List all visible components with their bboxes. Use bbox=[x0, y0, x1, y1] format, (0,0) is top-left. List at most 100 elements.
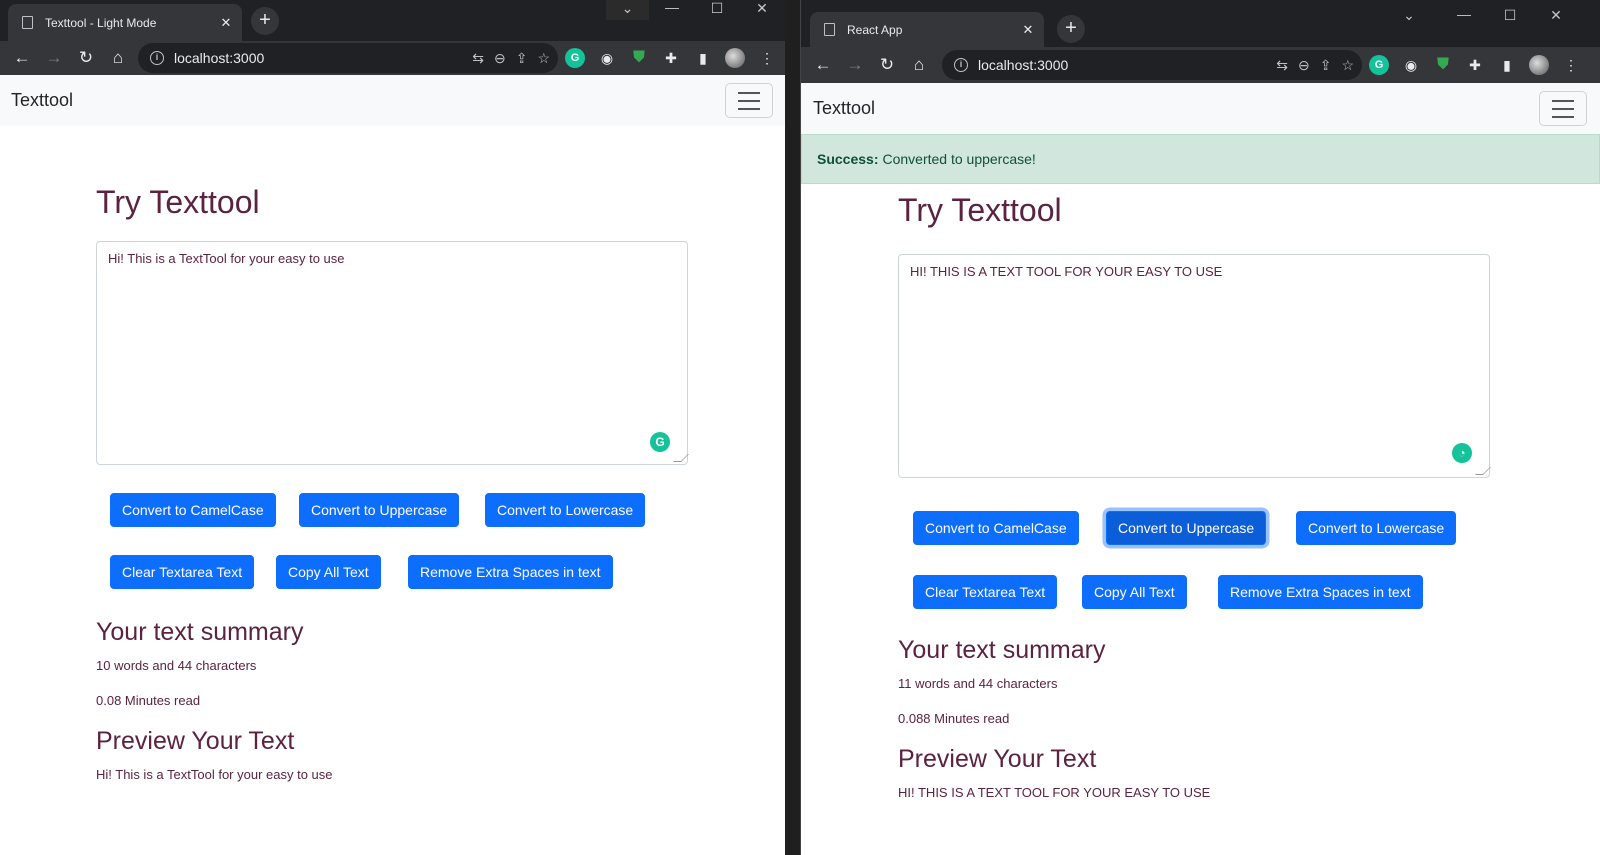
puzzle-extensions-icon[interactable]: ✚ bbox=[1465, 55, 1485, 75]
resize-handle-icon[interactable] bbox=[673, 454, 689, 462]
uppercase-button[interactable]: Convert to Uppercase bbox=[1106, 511, 1267, 545]
menu-kebab-icon[interactable]: ⋮ bbox=[757, 48, 777, 68]
home-icon[interactable]: ⌂ bbox=[102, 48, 134, 68]
word-char-count: 11 words and 44 characters bbox=[898, 676, 1058, 691]
menu-kebab-icon[interactable]: ⋮ bbox=[1561, 55, 1581, 75]
profile-avatar[interactable] bbox=[1529, 55, 1549, 75]
read-time: 0.08 Minutes read bbox=[96, 693, 201, 708]
alert-message: Converted to uppercase! bbox=[882, 151, 1036, 167]
grammarly-icon[interactable]: ◔ bbox=[1452, 443, 1472, 463]
lowercase-button[interactable]: Convert to Lowercase bbox=[1296, 511, 1457, 545]
minimize-icon[interactable]: — bbox=[650, 0, 694, 20]
main-content: Try Texttool Hi! This is a TextTool for … bbox=[0, 126, 785, 855]
tab-title: Texttool - Light Mode bbox=[45, 15, 157, 30]
address-bar[interactable]: i localhost:3000 ⇆ ⊖ ⇪ ☆ bbox=[942, 50, 1362, 80]
remove-spaces-button[interactable]: Remove Extra Spaces in text bbox=[1218, 575, 1423, 609]
grammarly-extension-icon[interactable]: G bbox=[565, 48, 585, 68]
share-icon[interactable]: ⇪ bbox=[516, 50, 528, 67]
extension-icons: G ◉ ⛊ ✚ ▮ ⋮ bbox=[1369, 55, 1581, 75]
lightbulb-extension-icon[interactable]: ◉ bbox=[597, 48, 617, 68]
preview-text: HI! THIS IS A TEXT TOOL FOR YOUR EASY TO… bbox=[898, 785, 1211, 800]
page-title: Try Texttool bbox=[898, 192, 1062, 228]
preview-heading: Preview Your Text bbox=[898, 745, 1097, 773]
success-alert: Success: Converted to uppercase! bbox=[801, 134, 1600, 184]
site-info-icon[interactable]: i bbox=[150, 51, 164, 65]
browser-tab[interactable]: Texttool - Light Mode ✕ bbox=[8, 4, 242, 41]
app-navbar: Texttool bbox=[801, 83, 1600, 134]
url-text: localhost:3000 bbox=[174, 50, 265, 66]
browser-toolbar: ← → ↻ ⌂ i localhost:3000 ⇆ ⊖ ⇪ ☆ G ◉ ⛊ ✚… bbox=[801, 47, 1600, 83]
navbar-toggler-icon[interactable] bbox=[725, 83, 773, 118]
uppercase-button[interactable]: Convert to Uppercase bbox=[299, 493, 460, 527]
shield-extension-icon[interactable]: ⛊ bbox=[1433, 55, 1453, 75]
navbar-toggler-icon[interactable] bbox=[1539, 91, 1587, 126]
shield-extension-icon[interactable]: ⛊ bbox=[629, 48, 649, 68]
side-panel-icon[interactable]: ▮ bbox=[693, 48, 713, 68]
close-window-icon[interactable]: ✕ bbox=[740, 0, 784, 20]
close-window-icon[interactable]: ✕ bbox=[1533, 0, 1579, 30]
reload-icon[interactable]: ↻ bbox=[70, 48, 102, 68]
translate-icon[interactable]: ⇆ bbox=[1276, 57, 1288, 74]
app-navbar: Texttool bbox=[0, 75, 785, 126]
alert-label: Success: bbox=[817, 151, 879, 167]
close-tab-icon[interactable]: ✕ bbox=[1018, 22, 1038, 38]
minimize-icon[interactable]: — bbox=[1441, 0, 1487, 30]
maximize-icon[interactable]: ☐ bbox=[1487, 0, 1533, 30]
page-icon bbox=[22, 16, 33, 29]
textarea-value: Hi! This is a TextTool for your easy to … bbox=[108, 251, 345, 266]
clear-text-button[interactable]: Clear Textarea Text bbox=[110, 555, 255, 589]
forward-icon[interactable]: → bbox=[839, 55, 871, 75]
back-icon[interactable]: ← bbox=[6, 48, 38, 68]
copy-text-button[interactable]: Copy All Text bbox=[276, 555, 381, 589]
summary-heading: Your text summary bbox=[96, 618, 304, 646]
url-text: localhost:3000 bbox=[978, 57, 1069, 73]
bookmark-star-icon[interactable]: ☆ bbox=[1341, 57, 1354, 74]
extension-icons: G ◉ ⛊ ✚ ▮ ⋮ bbox=[565, 48, 777, 68]
tab-search-icon[interactable]: ⌄ bbox=[606, 0, 649, 20]
grammarly-icon[interactable]: G bbox=[650, 432, 670, 452]
grammarly-extension-icon[interactable]: G bbox=[1369, 55, 1389, 75]
page-icon bbox=[824, 23, 835, 36]
word-char-count: 10 words and 44 characters bbox=[96, 658, 257, 673]
camelcase-button[interactable]: Convert to CamelCase bbox=[913, 511, 1079, 545]
text-input-area[interactable]: Hi! This is a TextTool for your easy to … bbox=[96, 241, 689, 465]
resize-handle-icon[interactable] bbox=[1475, 467, 1491, 475]
reload-icon[interactable]: ↻ bbox=[871, 55, 903, 75]
zoom-icon[interactable]: ⊖ bbox=[494, 50, 506, 67]
close-tab-icon[interactable]: ✕ bbox=[216, 15, 236, 31]
home-icon[interactable]: ⌂ bbox=[903, 55, 935, 75]
text-input-area[interactable]: HI! THIS IS A TEXT TOOL FOR YOUR EASY TO… bbox=[898, 254, 1491, 478]
new-tab-icon[interactable]: + bbox=[251, 7, 279, 35]
lowercase-button[interactable]: Convert to Lowercase bbox=[485, 493, 646, 527]
omnibox-actions: ⇆ ⊖ ⇪ ☆ bbox=[1276, 57, 1354, 74]
translate-icon[interactable]: ⇆ bbox=[472, 50, 484, 67]
camelcase-button[interactable]: Convert to CamelCase bbox=[110, 493, 276, 527]
address-bar[interactable]: i localhost:3000 ⇆ ⊖ ⇪ ☆ bbox=[138, 43, 558, 73]
maximize-icon[interactable]: ☐ bbox=[695, 0, 739, 20]
copy-text-button[interactable]: Copy All Text bbox=[1082, 575, 1187, 609]
brand-link[interactable]: Texttool bbox=[11, 90, 73, 111]
zoom-icon[interactable]: ⊖ bbox=[1298, 57, 1310, 74]
summary-heading: Your text summary bbox=[898, 636, 1106, 664]
forward-icon[interactable]: → bbox=[38, 48, 70, 68]
back-icon[interactable]: ← bbox=[807, 55, 839, 75]
clear-text-button[interactable]: Clear Textarea Text bbox=[913, 575, 1058, 609]
new-tab-icon[interactable]: + bbox=[1057, 15, 1085, 43]
bookmark-star-icon[interactable]: ☆ bbox=[537, 50, 550, 67]
browser-tab[interactable]: React App ✕ bbox=[810, 12, 1044, 47]
tab-search-icon[interactable]: ⌄ bbox=[1386, 0, 1432, 30]
tab-title: React App bbox=[847, 22, 903, 37]
omnibox-actions: ⇆ ⊖ ⇪ ☆ bbox=[472, 50, 550, 67]
brand-link[interactable]: Texttool bbox=[813, 98, 875, 119]
remove-spaces-button[interactable]: Remove Extra Spaces in text bbox=[408, 555, 613, 589]
puzzle-extensions-icon[interactable]: ✚ bbox=[661, 48, 681, 68]
side-panel-icon[interactable]: ▮ bbox=[1497, 55, 1517, 75]
lightbulb-extension-icon[interactable]: ◉ bbox=[1401, 55, 1421, 75]
read-time: 0.088 Minutes read bbox=[898, 711, 1010, 726]
profile-avatar[interactable] bbox=[725, 48, 745, 68]
browser-window-left: Texttool - Light Mode ✕ + ⌄ — ☐ ✕ ← → ↻ … bbox=[0, 0, 785, 855]
preview-text: Hi! This is a TextTool for your easy to … bbox=[96, 767, 333, 782]
site-info-icon[interactable]: i bbox=[954, 58, 968, 72]
main-content: Try Texttool HI! THIS IS A TEXT TOOL FOR… bbox=[801, 184, 1600, 855]
share-icon[interactable]: ⇪ bbox=[1320, 57, 1332, 74]
